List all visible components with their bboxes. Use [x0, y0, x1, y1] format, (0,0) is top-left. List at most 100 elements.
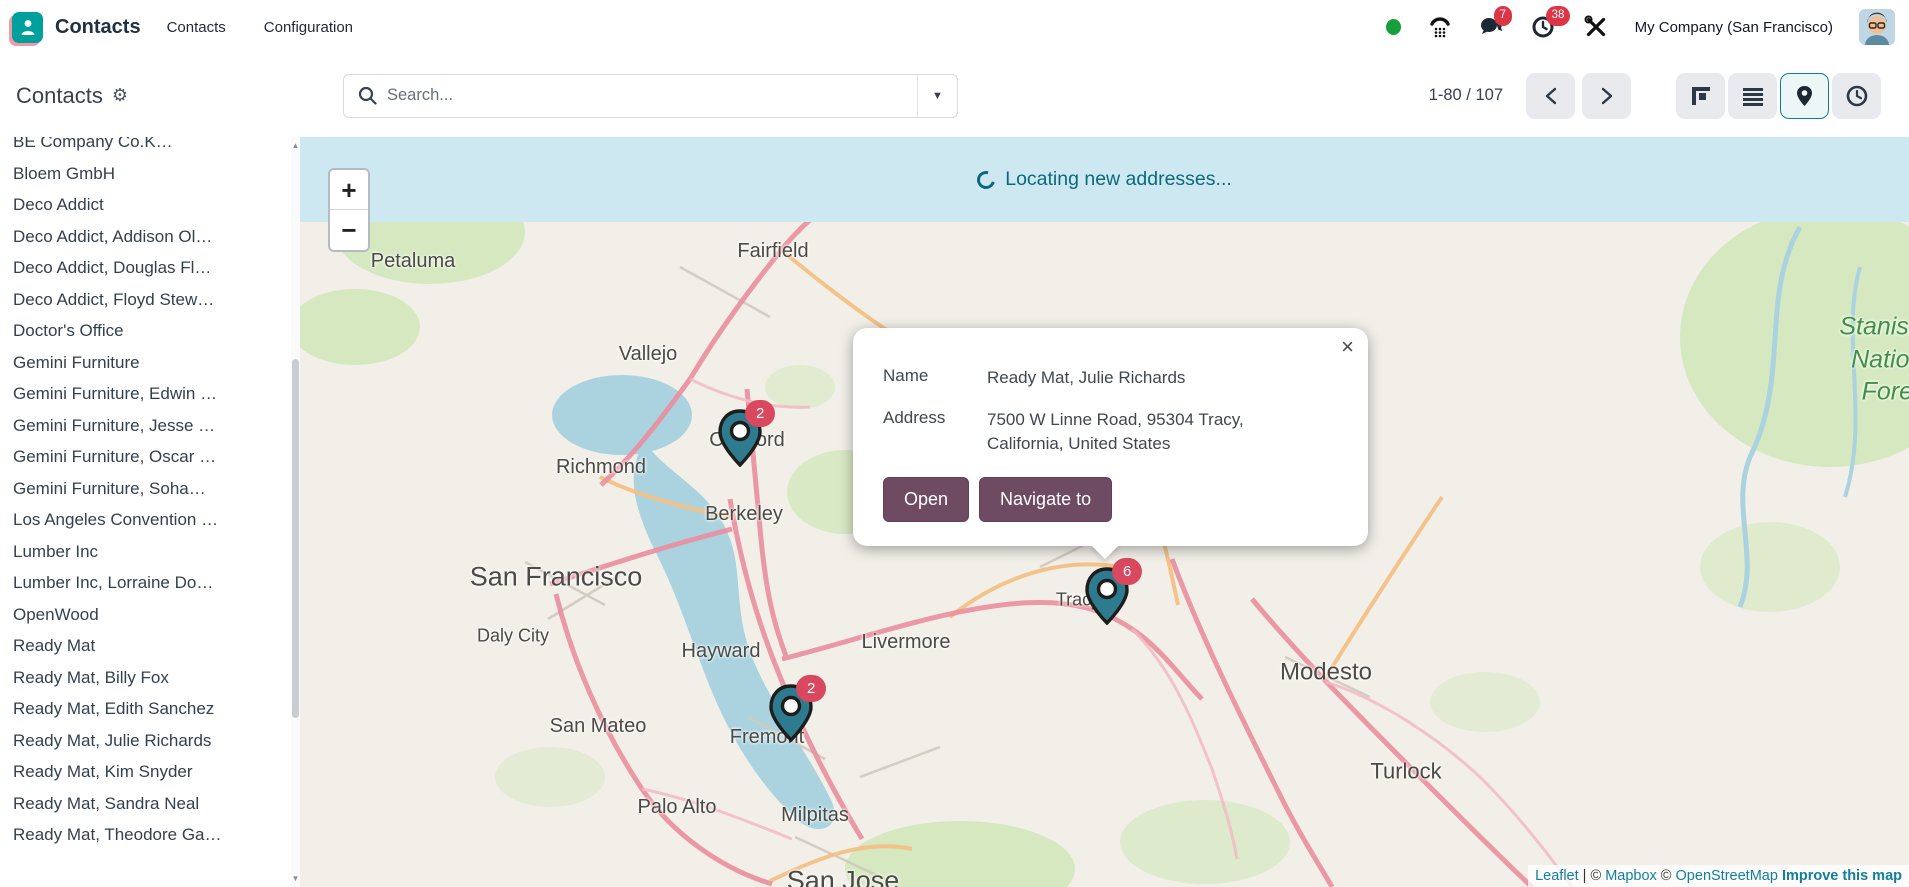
list-item[interactable]: Ready Mat, Sandra Neal [13, 788, 294, 820]
list-item[interactable]: Gemini Furniture, Soha… [13, 473, 294, 505]
contact-list: BE Company Co.K… Bloem GmbH Deco Addict … [0, 137, 300, 851]
city-label: Richmond [556, 454, 646, 480]
search-input[interactable] [387, 86, 917, 105]
list-item[interactable]: Doctor's Office [13, 315, 294, 347]
list-item[interactable]: Ready Mat, Kim Snyder [13, 756, 294, 788]
list-item[interactable]: Gemini Furniture, Jesse … [13, 410, 294, 442]
scroll-down-icon[interactable]: ▼ [291, 874, 300, 883]
voip-phone-icon[interactable] [1427, 14, 1453, 40]
company-switcher[interactable]: My Company (San Francisco) [1635, 19, 1833, 36]
field-value: 7500 W Linne Road, 95304 Tracy, Californ… [987, 408, 1287, 457]
zoom-in-button[interactable]: + [330, 170, 368, 210]
leaflet-link[interactable]: Leaflet [1535, 868, 1579, 884]
list-item[interactable]: Ready Mat, Theodore Ga… [13, 819, 294, 851]
sidebar-scrollbar[interactable]: ▲ ▼ [291, 137, 300, 887]
map-attribution: Leaflet | © Mapbox © OpenStreetMap Impro… [1528, 865, 1909, 887]
app-icon[interactable] [12, 12, 43, 43]
contacts-app-glyph [18, 17, 38, 37]
navigate-to-button[interactable]: Navigate to [979, 477, 1112, 522]
city-label: Vallejo [619, 341, 678, 367]
scroll-up-icon[interactable]: ▲ [291, 141, 300, 150]
map-zoom-control: + − [328, 168, 370, 252]
city-label: Hayward [682, 638, 761, 664]
list-item[interactable]: Gemini Furniture, Oscar … [13, 441, 294, 473]
city-label: Fairfield [737, 238, 808, 264]
field-value: Ready Mat, Julie Richards [987, 366, 1287, 391]
city-label: Modesto [1280, 656, 1372, 687]
city-label: San Mateo [550, 713, 647, 739]
cluster-count-badge: 6 [1112, 558, 1142, 585]
list-item[interactable]: Ready Mat, Edith Sanchez [13, 693, 294, 725]
list-item[interactable]: Gemini Furniture [13, 347, 294, 379]
city-label: San Francisco [470, 559, 643, 594]
list-item[interactable]: Gemini Furniture, Edwin … [13, 378, 294, 410]
list-item[interactable]: Bloem GmbH [13, 158, 294, 190]
pager-range: 1-80 / 107 [1429, 86, 1503, 105]
open-button[interactable]: Open [883, 477, 969, 522]
contacts-sidebar: BE Company Co.K… Bloem GmbH Deco Addict … [0, 137, 300, 887]
user-avatar[interactable] [1859, 9, 1895, 45]
online-status-icon [1386, 19, 1401, 35]
map-view[interactable]: Petaluma Fairfield Vallejo Richmond Conc… [300, 137, 1909, 887]
messages-badge: 7 [1494, 6, 1512, 26]
popup-fields: Name Ready Mat, Julie Richards Address 7… [883, 366, 1344, 457]
cluster-count-badge: 2 [796, 675, 826, 702]
activity-view-button[interactable] [1832, 73, 1881, 119]
locating-text: Locating new addresses... [1005, 168, 1232, 191]
breadcrumb: Contacts ⚙ [16, 83, 316, 109]
messages-icon[interactable]: 7 [1479, 14, 1505, 40]
list-item[interactable]: Deco Addict, Addison Ol… [13, 221, 294, 253]
list-item[interactable]: Ready Mat, Billy Fox [13, 662, 294, 694]
pager-next-button[interactable] [1582, 73, 1631, 119]
list-item[interactable]: Deco Addict, Douglas Fl… [13, 252, 294, 284]
top-navbar: Contacts Contacts Configuration 7 [0, 0, 1909, 54]
map-pin-icon [1796, 85, 1813, 107]
list-item[interactable]: Lumber Inc [13, 536, 294, 568]
view-switcher [1676, 73, 1881, 119]
list-item[interactable]: Deco Addict, Floyd Stew… [13, 284, 294, 316]
map-pin-marker[interactable]: 6 [1084, 567, 1130, 625]
field-label: Name [883, 366, 987, 391]
city-label: Palo Alto [638, 794, 717, 820]
spinner-icon [974, 167, 999, 192]
gear-icon[interactable]: ⚙ [112, 85, 128, 106]
list-item[interactable]: Los Angeles Convention … [13, 504, 294, 536]
pager-previous-button[interactable] [1526, 73, 1575, 119]
locating-banner: Locating new addresses... [300, 137, 1909, 222]
list-item[interactable]: Ready Mat, Julie Richards [13, 725, 294, 757]
mapbox-link[interactable]: Mapbox [1605, 868, 1657, 884]
city-label: Petaluma [371, 248, 456, 274]
menu-contacts[interactable]: Contacts [167, 19, 226, 36]
main-menu: Contacts Configuration [167, 19, 353, 36]
improve-map-link[interactable]: Improve this map [1782, 868, 1902, 884]
city-label: Milpitas [781, 802, 849, 828]
attribution-separator2: © [1657, 868, 1676, 884]
city-label: Daly City [477, 624, 549, 647]
close-icon[interactable]: × [1341, 336, 1354, 358]
city-label: San Jose [787, 863, 900, 887]
tools-icon[interactable] [1583, 14, 1609, 40]
scrollbar-thumb[interactable] [292, 359, 299, 718]
list-item[interactable]: Ready Mat [13, 630, 294, 662]
app-title[interactable]: Contacts [55, 16, 141, 39]
activities-clock-icon[interactable]: 38 [1531, 14, 1557, 40]
map-pin-marker[interactable]: 2 [717, 409, 763, 467]
zoom-out-button[interactable]: − [330, 210, 368, 250]
list-item[interactable]: Lumber Inc, Lorraine Do… [13, 567, 294, 599]
search-dropdown-toggle[interactable]: ▼ [917, 75, 957, 117]
kanban-view-button[interactable] [1676, 73, 1725, 119]
list-view-button[interactable] [1728, 73, 1777, 119]
map-pin-marker[interactable]: 2 [768, 684, 814, 742]
menu-configuration[interactable]: Configuration [264, 19, 353, 36]
page-title: Contacts [16, 83, 103, 109]
control-panel: Contacts ⚙ ▼ 1-80 / 107 [0, 54, 1909, 137]
city-label: Berkeley [705, 501, 783, 527]
list-item[interactable]: BE Company Co.K… [13, 137, 294, 158]
field-label: Address [883, 408, 987, 457]
list-item[interactable]: Deco Addict [13, 189, 294, 221]
osm-link[interactable]: OpenStreetMap [1676, 868, 1778, 884]
search-icon [358, 86, 377, 105]
search-bar: ▼ [343, 74, 958, 118]
list-item[interactable]: OpenWood [13, 599, 294, 631]
map-view-button[interactable] [1780, 73, 1829, 119]
